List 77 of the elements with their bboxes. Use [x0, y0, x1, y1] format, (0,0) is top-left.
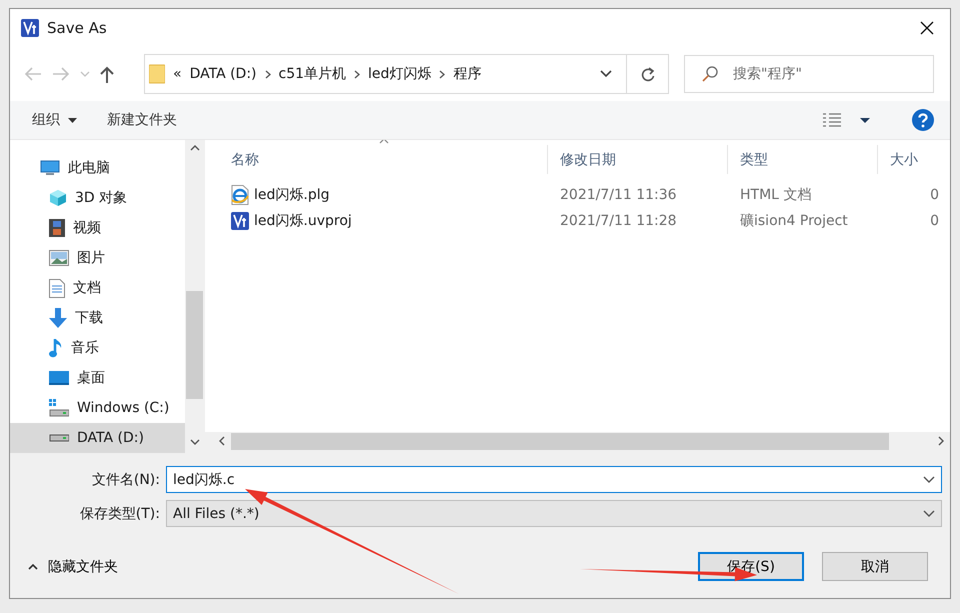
scrollbar-thumb[interactable] [186, 291, 203, 399]
file-name[interactable]: led闪烁.uvproj [254, 212, 352, 230]
file-name[interactable]: led闪烁.plg [254, 186, 330, 204]
sidebar-item[interactable]: Windows (C:) [10, 393, 185, 423]
refresh-icon [640, 66, 654, 82]
field-label: 文件名(N): [90, 470, 161, 488]
drive-icon [49, 399, 69, 417]
overflow-chevron[interactable]: « [173, 66, 182, 82]
project-icon [231, 212, 249, 230]
table-cell-text: HTML 文档 [739, 186, 812, 204]
web-page-icon [231, 185, 249, 205]
column-header[interactable]: 大小 [878, 145, 950, 174]
search-field[interactable]: 搜索"程序" [684, 55, 934, 93]
up-arrow-icon[interactable] [100, 66, 114, 82]
music-note-icon [49, 338, 63, 358]
sidebar-item[interactable]: 图片 [10, 243, 185, 273]
chevron-right-icon [354, 70, 360, 78]
table-cell-text: 2021/7/11 11:28 [559, 213, 678, 229]
sidebar-item[interactable]: 文档 [10, 273, 185, 303]
breadcrumb[interactable]: DATA (D:) [190, 66, 257, 82]
computer-icon [40, 160, 60, 176]
chevron-down-icon [923, 510, 935, 517]
sidebar-item[interactable]: 3D 对象 [10, 183, 185, 213]
back-arrow-icon[interactable] [24, 67, 42, 81]
sidebar-item[interactable]: 下载 [10, 303, 185, 333]
chevron-up-icon [28, 564, 38, 570]
search-icon [702, 66, 718, 82]
table-cell-text: 0 [929, 187, 940, 203]
scrollbar[interactable] [205, 432, 950, 450]
desktop-icon [49, 370, 69, 386]
folder-icon [149, 64, 165, 84]
file-name-field[interactable]: led闪烁.c [166, 466, 942, 493]
document-icon [49, 278, 65, 298]
close-icon [920, 21, 934, 35]
window-title: Save As [47, 19, 108, 37]
chevron-down-icon [923, 476, 935, 483]
down-arrow-icon [49, 308, 67, 328]
breadcrumb[interactable]: led灯闪烁 [368, 65, 432, 83]
organize-menu[interactable]: 组织 [22, 107, 87, 133]
cancel-button[interactable]: 取消 [822, 552, 928, 581]
sidebar-item[interactable]: DATA (D:) [10, 423, 185, 453]
drive-icon [49, 434, 69, 442]
image-icon [49, 250, 69, 266]
caret-down-icon [68, 118, 77, 122]
sidebar-item[interactable]: 视频 [10, 213, 185, 243]
sidebar-item[interactable]: 音乐 [10, 333, 185, 363]
file-type-dropdown[interactable]: All Files (*.*) [166, 500, 942, 527]
project-icon [21, 19, 39, 37]
chevron-down-icon [190, 439, 200, 445]
chevron-left-icon [219, 436, 225, 446]
scrollbar-thumb[interactable] [231, 432, 889, 450]
cube-icon [49, 189, 67, 207]
column-header[interactable]: 修改日期 [548, 145, 728, 174]
chevron-down-icon[interactable] [600, 70, 612, 78]
chevron-up-icon [190, 145, 200, 151]
sidebar-item[interactable]: 桌面 [10, 363, 185, 393]
breadcrumb[interactable]: c51单片机 [278, 65, 346, 83]
breadcrumb[interactable]: 程序 [453, 65, 482, 83]
forward-arrow-icon[interactable] [52, 67, 70, 81]
hide-folders-button[interactable]: 隐藏文件夹 [24, 554, 122, 580]
table-cell-text: 2021/7/11 11:36 [559, 187, 678, 203]
chevron-right-icon [264, 70, 271, 78]
view-options-icon[interactable] [822, 112, 842, 128]
caret-down-icon[interactable] [860, 118, 870, 122]
film-icon [49, 219, 65, 237]
sidebar-item[interactable]: 此电脑 [10, 153, 185, 183]
chevron-right-icon [439, 70, 446, 78]
chevron-right-icon [938, 436, 944, 446]
field-label: 保存类型(T): [78, 504, 161, 522]
address-bar[interactable]: « DATA (D:) c51单片机 led灯闪烁 程序 [144, 54, 669, 94]
help-icon[interactable] [912, 109, 934, 131]
column-header[interactable]: 类型 [728, 145, 878, 174]
table-cell-text: 礦ision4 Project [739, 212, 849, 230]
column-header[interactable]: 名称 [219, 145, 548, 174]
table-cell-text: 0 [929, 213, 940, 229]
toolbar-button[interactable]: 新建文件夹 [97, 107, 187, 133]
scrollbar[interactable] [185, 140, 205, 450]
